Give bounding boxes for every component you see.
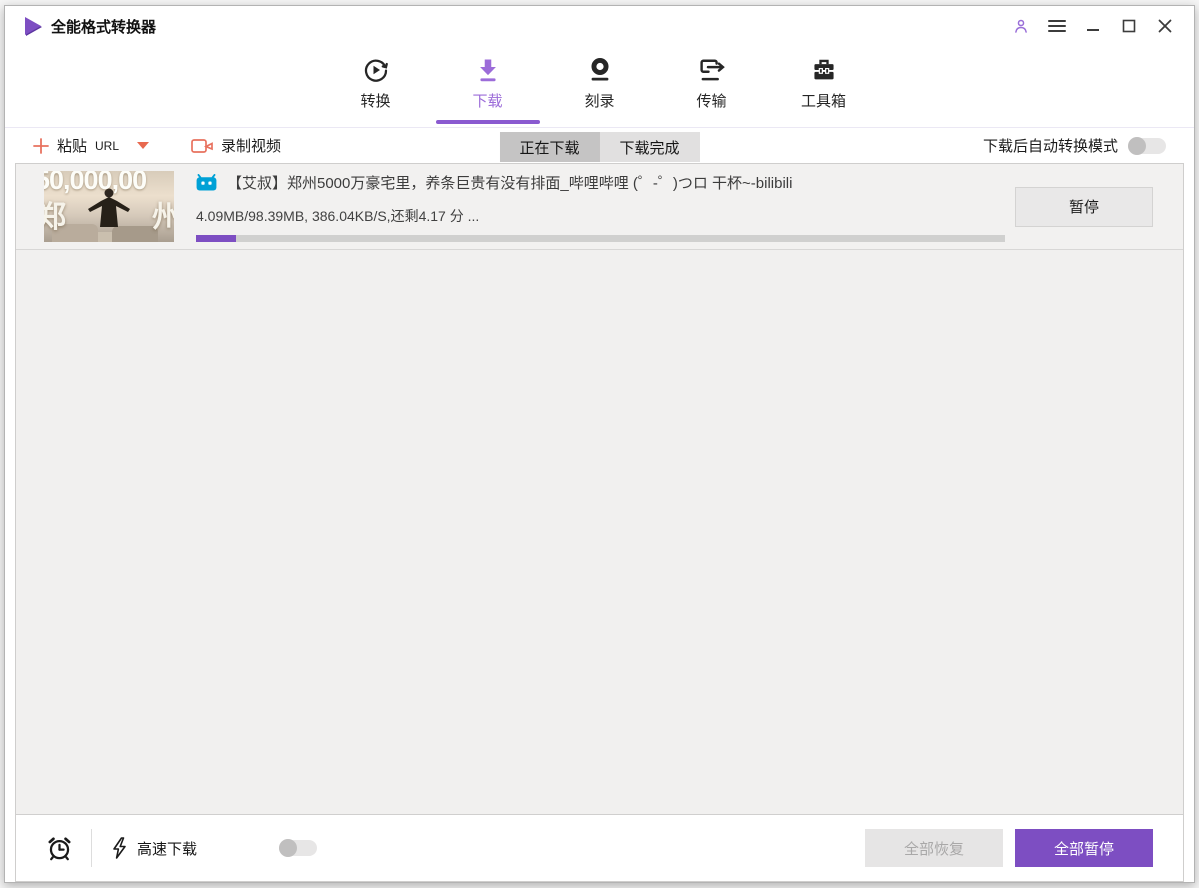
burn-icon xyxy=(586,52,614,88)
record-video-button[interactable]: 录制视频 xyxy=(191,135,281,156)
download-list-tabs: 正在下载 下载完成 xyxy=(499,132,700,162)
download-list-empty-area xyxy=(16,250,1183,814)
tab-burn[interactable]: 刻录 xyxy=(555,46,645,127)
paste-url-label: 粘贴 xyxy=(57,138,88,155)
auto-convert-label: 下载后自动转换模式 xyxy=(982,138,1118,155)
tab-downloading[interactable]: 正在下载 xyxy=(499,132,600,162)
toggle-knob xyxy=(279,839,298,857)
tab-transfer[interactable]: 传输 xyxy=(667,46,757,127)
tab-convert[interactable]: 转换 xyxy=(331,46,421,127)
toolbox-icon xyxy=(810,52,838,88)
download-title: 【艾叔】郑州5000万豪宅里，养条巨贵有没有排面_哔哩哔哩 (゜-゜)つロ 干杯… xyxy=(227,174,793,192)
toolbar: 粘贴 URL 录制视频 正在下载 下载完成 下载后自动转换模式 xyxy=(5,128,1194,163)
progress-fill xyxy=(196,234,237,242)
tab-transfer-label: 传输 xyxy=(696,93,727,110)
footer-divider xyxy=(91,829,92,867)
paste-url-dropdown-icon[interactable] xyxy=(137,142,150,149)
app-logo-icon xyxy=(25,17,41,35)
auto-convert-toggle[interactable] xyxy=(1128,136,1166,155)
download-panel: 50,000,00 郑 州 【艾叔】郑州5000万豪宅里，养条巨贵有没有排面_哔… xyxy=(15,163,1184,882)
progress-bar xyxy=(196,234,1005,242)
maximize-icon[interactable] xyxy=(1116,13,1142,39)
close-icon[interactable] xyxy=(1152,13,1178,39)
tab-convert-label: 转换 xyxy=(360,93,391,110)
paste-url-suffix: URL xyxy=(95,138,120,153)
app-title: 全能格式转换器 xyxy=(51,18,157,36)
pause-all-button[interactable]: 全部暂停 xyxy=(1015,829,1153,867)
user-account-icon[interactable] xyxy=(1008,13,1034,39)
toggle-knob xyxy=(1128,136,1146,155)
paste-url-button[interactable]: 粘贴 URL xyxy=(33,135,150,156)
tab-toolbox-label: 工具箱 xyxy=(800,93,846,110)
tab-completed[interactable]: 下载完成 xyxy=(599,132,700,162)
pause-button[interactable]: 暂停 xyxy=(1015,186,1153,227)
download-row[interactable]: 50,000,00 郑 州 【艾叔】郑州5000万豪宅里，养条巨贵有没有排面_哔… xyxy=(16,164,1183,250)
tab-burn-label: 刻录 xyxy=(584,93,615,110)
tab-download-label: 下载 xyxy=(472,93,503,110)
resume-all-button[interactable]: 全部恢复 xyxy=(865,829,1003,867)
thumbnail-char-left: 郑 xyxy=(44,201,66,234)
record-video-label: 录制视频 xyxy=(221,138,282,155)
download-icon xyxy=(474,52,502,88)
main-nav: 转换 下载 刻录 传输 工具箱 xyxy=(5,46,1194,128)
high-speed-group: 高速下载 xyxy=(112,837,197,859)
footer-bar: 高速下载 全部恢复 全部暂停 xyxy=(16,814,1183,881)
high-speed-toggle[interactable] xyxy=(279,839,318,857)
convert-icon xyxy=(361,52,391,88)
minimize-icon[interactable] xyxy=(1080,13,1106,39)
download-stats: 4.09MB/98.39MB, 386.04KB/S,还剩4.17 分 ... xyxy=(196,207,480,224)
app-window: 全能格式转换器 转换 下载 刻录 传输 工具箱 粘贴 URL 录制视频 正在下载… xyxy=(4,5,1195,883)
high-speed-label: 高速下载 xyxy=(137,840,198,858)
transfer-icon xyxy=(697,52,727,88)
schedule-timer-icon[interactable] xyxy=(46,835,73,862)
titlebar: 全能格式转换器 xyxy=(5,6,1194,46)
video-thumbnail: 50,000,00 郑 州 xyxy=(44,171,174,242)
menu-icon[interactable] xyxy=(1044,13,1070,39)
lightning-icon xyxy=(113,837,126,859)
tab-toolbox[interactable]: 工具箱 xyxy=(779,46,869,127)
bilibili-icon xyxy=(196,173,217,191)
tab-download[interactable]: 下载 xyxy=(443,46,533,127)
thumbnail-char-right: 州 xyxy=(152,201,174,234)
